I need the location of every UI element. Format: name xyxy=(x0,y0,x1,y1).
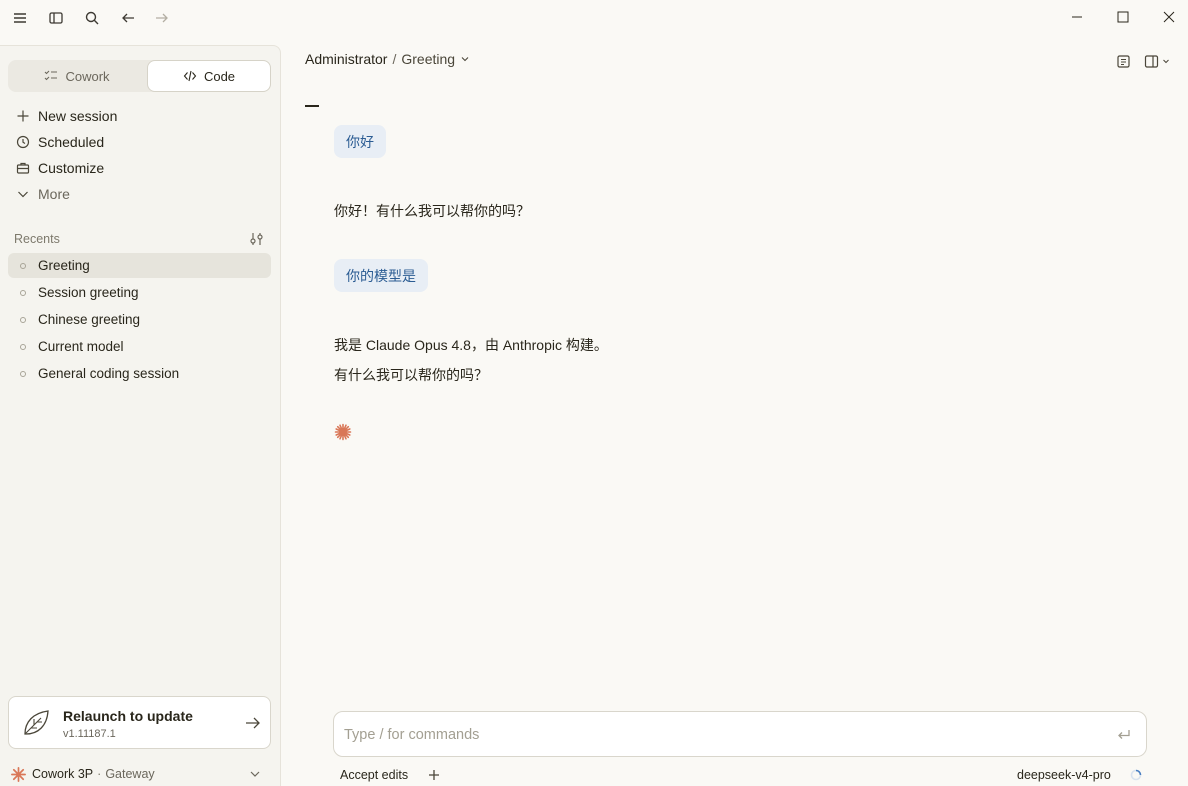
checklist-icon xyxy=(44,69,58,83)
cowork-mode-label: Cowork xyxy=(65,68,110,84)
clock-icon xyxy=(8,135,38,149)
thinking-spark-icon xyxy=(334,423,352,441)
breadcrumb-session[interactable]: Greeting xyxy=(401,51,455,67)
loading-spinner-icon xyxy=(1130,769,1142,781)
chevron-down-icon[interactable] xyxy=(460,54,470,64)
menu-icon[interactable] xyxy=(9,7,31,29)
more-button[interactable]: More xyxy=(8,182,271,206)
recent-item-general-coding-session[interactable]: General coding session xyxy=(8,361,271,386)
panel-toggle-icon[interactable] xyxy=(1144,52,1170,70)
code-icon xyxy=(183,69,197,83)
recent-item-greeting[interactable]: Greeting xyxy=(8,253,271,278)
assistant-message: 你好！有什么我可以帮你的吗？ xyxy=(334,203,530,219)
close-icon[interactable] xyxy=(1156,5,1182,29)
session-dot-icon xyxy=(8,343,38,350)
title-bar xyxy=(0,0,1188,34)
recent-item-label: Chinese greeting xyxy=(38,312,141,327)
assistant-message: 有什么我可以帮你的吗？ xyxy=(334,367,488,383)
account-name: Cowork 3P xyxy=(32,767,94,781)
maximize-icon[interactable] xyxy=(1110,5,1136,29)
enter-icon[interactable] xyxy=(1116,727,1132,743)
relaunch-update-card[interactable]: Relaunch to update v1.11187.1 xyxy=(8,696,271,749)
search-icon[interactable] xyxy=(81,7,103,29)
chevron-down-icon xyxy=(249,768,261,780)
account-gateway: Gateway xyxy=(105,767,155,781)
session-dot-icon xyxy=(8,316,38,323)
breadcrumb-workspace[interactable]: Administrator xyxy=(305,51,387,67)
plus-icon xyxy=(8,109,38,123)
sidebar-toggle-icon[interactable] xyxy=(45,7,67,29)
sidebar: Cowork Code New session Scheduled Custom… xyxy=(0,45,281,786)
user-message: 你好 xyxy=(334,125,386,158)
recent-item-label: Current model xyxy=(38,339,124,354)
plus-icon[interactable] xyxy=(427,768,441,782)
update-version: v1.11187.1 xyxy=(63,728,116,740)
forward-arrow-icon[interactable] xyxy=(151,7,173,29)
collapse-marker xyxy=(305,105,319,107)
session-dot-icon xyxy=(8,262,38,269)
session-dot-icon xyxy=(8,289,38,296)
minimize-icon[interactable] xyxy=(1064,5,1090,29)
breadcrumb: Administrator / Greeting xyxy=(305,51,470,67)
recent-item-label: Session greeting xyxy=(38,285,139,300)
scheduled-label: Scheduled xyxy=(38,134,105,150)
cowork-logo-icon xyxy=(11,766,26,782)
composer xyxy=(333,711,1147,757)
recent-item-label: General coding session xyxy=(38,366,180,381)
document-icon[interactable] xyxy=(1116,52,1131,70)
cowork-mode-button[interactable]: Cowork xyxy=(8,60,146,92)
new-session-label: New session xyxy=(38,108,118,124)
leaf-icon xyxy=(21,708,51,738)
new-session-button[interactable]: New session xyxy=(8,104,271,128)
account-separator: · xyxy=(97,767,102,781)
code-mode-button[interactable]: Code xyxy=(147,60,271,92)
chevron-down-icon xyxy=(8,187,38,201)
account-switcher[interactable]: Cowork 3P · Gateway xyxy=(10,764,265,784)
accept-edits-button[interactable]: Accept edits xyxy=(340,768,408,782)
mode-toggle: Cowork Code xyxy=(8,60,271,92)
recent-item-chinese-greeting[interactable]: Chinese greeting xyxy=(8,307,271,332)
breadcrumb-separator: / xyxy=(392,51,397,67)
recent-item-label: Greeting xyxy=(38,258,90,273)
command-input[interactable] xyxy=(344,724,1084,746)
code-mode-label: Code xyxy=(203,68,236,84)
session-dot-icon xyxy=(8,370,38,377)
filter-sliders-icon[interactable] xyxy=(249,231,267,249)
assistant-message: 我是 Claude Opus 4.8，由 Anthropic 构建。 xyxy=(334,337,608,353)
recent-item-session-greeting[interactable]: Session greeting xyxy=(8,280,271,305)
more-label: More xyxy=(38,186,70,202)
update-title: Relaunch to update xyxy=(63,708,193,724)
customize-button[interactable]: Customize xyxy=(8,156,271,180)
model-selector[interactable]: deepseek-v4-pro xyxy=(1017,768,1111,782)
customize-label: Customize xyxy=(38,160,105,176)
recent-item-current-model[interactable]: Current model xyxy=(8,334,271,359)
briefcase-icon xyxy=(8,161,38,175)
user-message: 你的模型是 xyxy=(334,259,428,292)
arrow-right-icon xyxy=(244,714,262,732)
back-arrow-icon[interactable] xyxy=(117,7,139,29)
recents-heading: Recents xyxy=(14,232,60,246)
scheduled-button[interactable]: Scheduled xyxy=(8,130,271,154)
